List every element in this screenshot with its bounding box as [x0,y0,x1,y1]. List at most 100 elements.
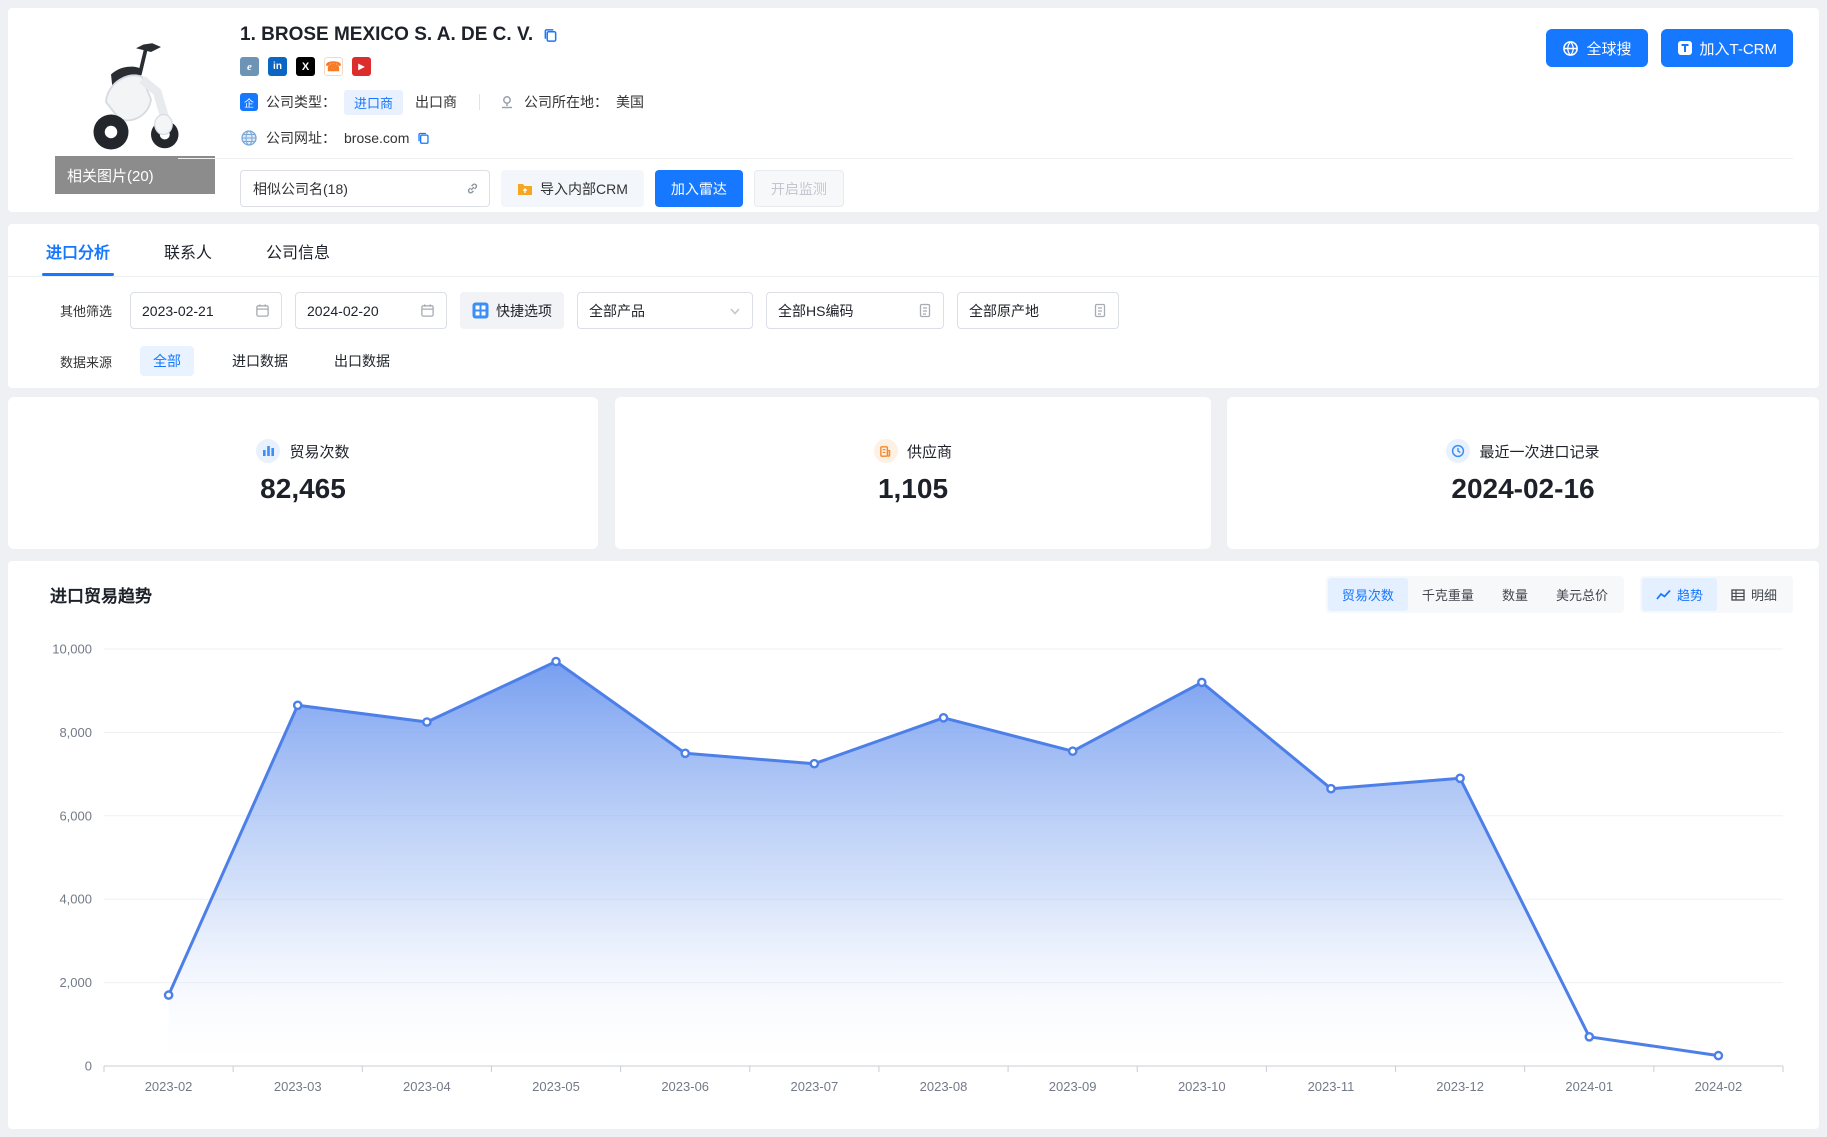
related-images-label: 相关图片(20) [67,165,154,186]
tab-contacts[interactable]: 联系人 [162,224,214,276]
website-value[interactable]: brose.com [344,130,409,146]
stat-card-last-import: 最近一次进口记录 2024-02-16 [1227,397,1819,549]
add-radar-button[interactable]: 加入雷达 [655,170,743,207]
filter-row: 其他筛选 2023-02-21 2024-02-20 [60,292,1819,329]
company-info: 1. BROSE MEXICO S. A. DE C. V. e in X ☎ … [240,24,644,148]
stat-card-suppliers: 供应商 1,105 [615,397,1211,549]
metric-kg-weight[interactable]: 千克重量 [1408,578,1488,611]
global-search-button[interactable]: 全球搜 [1546,29,1647,67]
header-actions: 导入内部CRM 加入雷达 开启监测 [240,170,844,207]
other-filters-label: 其他筛选 [60,301,112,320]
end-date-input[interactable]: 2024-02-20 [295,292,447,329]
view-detail[interactable]: 明细 [1717,578,1791,611]
divider [178,158,1793,159]
svg-text:2023-03: 2023-03 [274,1079,322,1094]
supplier-icon [874,439,898,463]
related-images-badge[interactable]: 相关图片(20) [55,156,215,194]
svg-text:4,000: 4,000 [59,892,92,907]
svg-text:2,000: 2,000 [59,975,92,990]
calendar-icon [420,303,435,318]
import-crm-button[interactable]: 导入内部CRM [501,170,644,207]
location-value: 美国 [616,92,644,112]
svg-text:2023-06: 2023-06 [661,1079,709,1094]
metric-usd-total[interactable]: 美元总价 [1542,578,1622,611]
svg-text:2023-08: 2023-08 [920,1079,968,1094]
line-chart-icon [1656,589,1671,601]
tab-company-info[interactable]: 公司信息 [264,224,332,276]
origin-select[interactable]: 全部原产地 [957,292,1119,329]
clock-icon [1446,439,1470,463]
globe-icon [1562,40,1579,57]
copy-icon[interactable] [543,27,558,43]
svg-text:2023-04: 2023-04 [403,1079,451,1094]
analysis-card: 进口分析 联系人 公司信息 其他筛选 2023-02-21 2024-02-20 [8,224,1819,388]
list-icon [1093,303,1107,318]
svg-text:2023-05: 2023-05 [532,1079,580,1094]
metric-quantity[interactable]: 数量 [1488,578,1542,611]
stat-value-last-import: 2024-02-16 [1227,473,1819,505]
location-label: 公司所在地： [524,92,608,112]
svg-text:2023-11: 2023-11 [1308,1079,1355,1094]
company-name: 1. BROSE MEXICO S. A. DE C. V. [240,24,533,46]
folder-icon [517,182,533,196]
company-header-card: 相关图片(20) 1. BROSE MEXICO S. A. DE C. V. … [8,8,1819,212]
stat-value-suppliers: 1,105 [615,473,1211,505]
phone-icon[interactable]: ☎ [324,57,343,76]
datasource-label: 数据来源 [60,352,112,371]
trend-chart-card: 进口贸易趋势 贸易次数 千克重量 数量 美元总价 趋势 [8,561,1819,1129]
company-type-icon: 企 [240,93,258,111]
linkedin-icon[interactable]: in [268,57,287,76]
datasource-option-all[interactable]: 全部 [140,346,194,376]
svg-text:0: 0 [85,1059,92,1074]
globe-icon [240,129,258,147]
browser-icon[interactable]: e [240,57,259,76]
copy-icon[interactable] [417,131,430,145]
metric-segmented-control: 贸易次数 千克重量 数量 美元总价 [1326,576,1624,613]
company-type-exporter-tag[interactable]: 出口商 [411,89,461,115]
youtube-icon[interactable]: ▶ [352,57,371,76]
list-icon [918,303,932,318]
quick-options-button[interactable]: 快捷选项 [460,292,564,329]
link-icon[interactable] [465,181,480,196]
x-icon[interactable]: X [296,57,315,76]
stat-label: 供应商 [907,441,952,462]
trend-area-chart[interactable]: 02,0004,0006,0008,00010,0002023-022023-0… [42,625,1793,1121]
stat-label: 贸易次数 [289,441,349,462]
website-label: 公司网址： [266,128,336,148]
metric-trade-count[interactable]: 贸易次数 [1328,578,1408,611]
chevron-down-icon [729,305,741,317]
datasource-row: 数据来源 全部 进口数据 出口数据 [60,346,1819,376]
tab-import-analysis[interactable]: 进口分析 [44,224,112,276]
start-date-input[interactable]: 2023-02-21 [130,292,282,329]
chart-title: 进口贸易趋势 [50,582,152,607]
product-select[interactable]: 全部产品 [577,292,753,329]
datasource-option-export[interactable]: 出口数据 [334,351,390,371]
calendar-icon [255,303,270,318]
social-icons: e in X ☎ ▶ [240,57,644,76]
top-right-actions: 全球搜 加入T-CRM [1546,29,1793,67]
tcrm-icon [1677,40,1693,56]
svg-text:10,000: 10,000 [52,642,92,657]
similar-company-input[interactable] [240,170,490,207]
tab-bar: 进口分析 联系人 公司信息 [8,224,1819,277]
location-icon [498,93,516,111]
company-type-label: 公司类型： [266,92,336,112]
bar-chart-icon [256,439,280,463]
grid-icon [472,302,489,319]
company-type-importer-tag[interactable]: 进口商 [344,90,403,115]
add-tcrm-button[interactable]: 加入T-CRM [1661,29,1794,67]
view-trend[interactable]: 趋势 [1642,578,1717,611]
svg-text:2024-01: 2024-01 [1565,1079,1613,1094]
stat-label: 最近一次进口记录 [1479,441,1599,462]
svg-text:8,000: 8,000 [59,725,92,740]
divider [479,94,480,110]
page: 相关图片(20) 1. BROSE MEXICO S. A. DE C. V. … [0,0,1827,1137]
stat-value-trade-count: 82,465 [8,473,598,505]
company-product-image[interactable]: 相关图片(20) [55,28,215,194]
table-icon [1731,589,1745,601]
datasource-option-import[interactable]: 进口数据 [232,351,288,371]
start-monitor-button[interactable]: 开启监测 [754,170,844,207]
hs-code-select[interactable]: 全部HS编码 [766,292,944,329]
svg-text:2023-12: 2023-12 [1436,1079,1484,1094]
svg-text:2023-07: 2023-07 [790,1079,838,1094]
